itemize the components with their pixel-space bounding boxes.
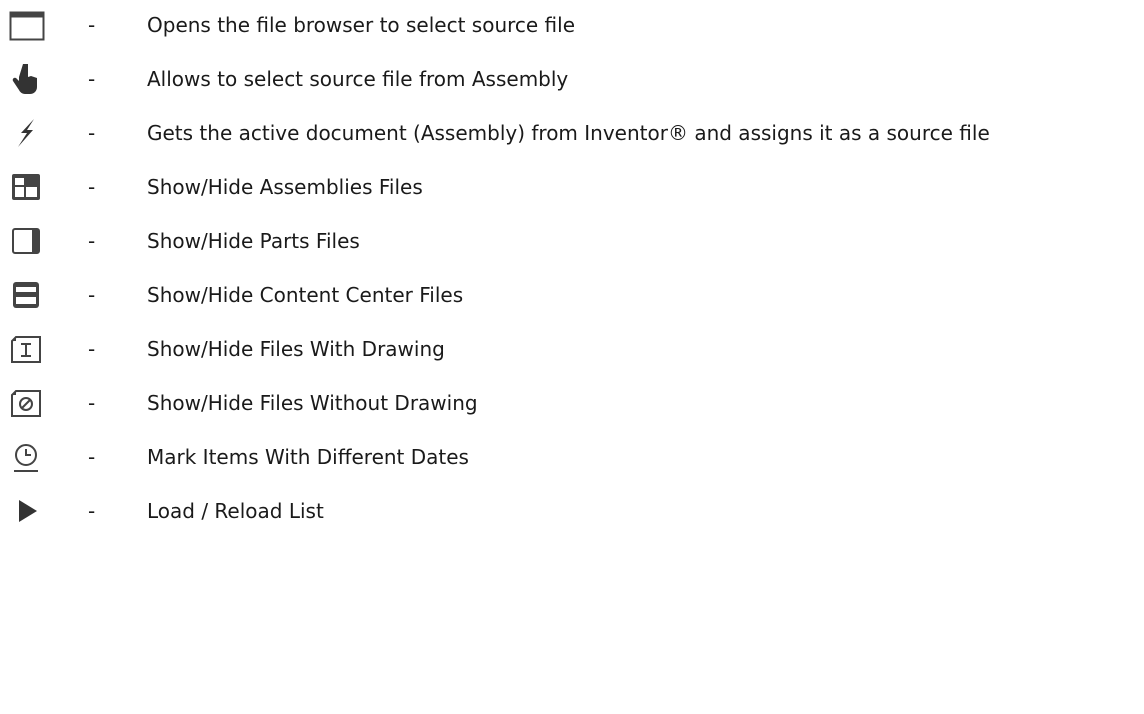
legend-row-pick: - Allows to select source file from Asse…: [0, 57, 1144, 101]
legend-separator: -: [88, 175, 96, 199]
no-drawing-file-icon: [11, 390, 41, 417]
drawing-file-icon: [11, 336, 41, 363]
legend-separator: -: [88, 499, 96, 523]
part-file-icon: [12, 228, 40, 254]
legend-description: Mark Items With Different Dates: [147, 445, 469, 469]
legend-description: Show/Hide Assemblies Files: [147, 175, 423, 199]
legend-description: Opens the file browser to select source …: [147, 13, 576, 37]
legend-separator: -: [88, 67, 96, 91]
legend-description: Gets the active document (Assembly) from…: [147, 121, 990, 145]
pointer-hand-icon: [12, 64, 38, 94]
legend-separator: -: [88, 229, 96, 253]
folder-browse-icon: [9, 11, 45, 41]
legend-row-different-dates: - Mark Items With Different Dates: [0, 435, 1144, 479]
play-icon: [19, 500, 37, 522]
legend-separator: -: [88, 391, 96, 415]
legend-row-with-drawing: - Show/Hide Files With Drawing: [0, 327, 1144, 371]
legend-row-browse: - Opens the file browser to select sourc…: [0, 3, 1144, 47]
clock-icon: [14, 444, 38, 472]
legend-row-load-list: - Load / Reload List: [0, 489, 1144, 533]
legend-separator: -: [88, 121, 96, 145]
legend-row-parts: - Show/Hide Parts Files: [0, 219, 1144, 263]
legend-row-content-center: - Show/Hide Content Center Files: [0, 273, 1144, 317]
legend-description: Show/Hide Content Center Files: [147, 283, 464, 307]
legend-separator: -: [88, 337, 96, 361]
lightning-bolt-icon: [18, 119, 34, 147]
legend-description: Show/Hide Parts Files: [147, 229, 360, 253]
legend-row-assemblies: - Show/Hide Assemblies Files: [0, 165, 1144, 209]
legend-description: Allows to select source file from Assemb…: [147, 67, 569, 91]
icon-legend: - Opens the file browser to select sourc…: [0, 0, 1144, 714]
legend-description: Load / Reload List: [147, 499, 324, 523]
legend-separator: -: [88, 445, 96, 469]
legend-description: Show/Hide Files Without Drawing: [147, 391, 478, 415]
legend-row-without-drawing: - Show/Hide Files Without Drawing: [0, 381, 1144, 425]
content-center-icon: [13, 282, 39, 308]
assembly-file-icon: [12, 174, 40, 200]
legend-row-active-document: - Gets the active document (Assembly) fr…: [0, 111, 1144, 155]
legend-separator: -: [88, 283, 96, 307]
legend-description: Show/Hide Files With Drawing: [147, 337, 445, 361]
legend-separator: -: [88, 13, 96, 37]
